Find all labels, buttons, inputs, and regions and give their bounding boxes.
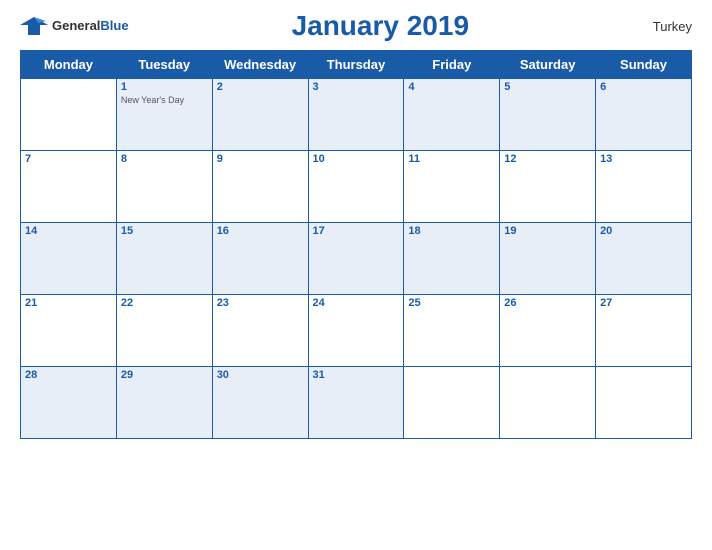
day-number: 17 [313, 225, 400, 237]
day-number: 4 [408, 81, 495, 93]
week-row-3: 14 15 16 17 18 19 20 [21, 223, 692, 295]
day-number: 8 [121, 153, 208, 165]
day-number: 29 [121, 369, 208, 381]
day-cell: 22 [116, 295, 212, 367]
day-number: 2 [217, 81, 304, 93]
month-title: January 2019 [129, 10, 632, 42]
day-number: 12 [504, 153, 591, 165]
country-label: Turkey [632, 19, 692, 34]
day-number: 7 [25, 153, 112, 165]
week-row-4: 21 22 23 24 25 26 27 [21, 295, 692, 367]
col-header-wednesday: Wednesday [212, 51, 308, 79]
logo-general-text: GeneralBlue [52, 17, 129, 35]
logo: GeneralBlue [20, 15, 129, 37]
day-number: 27 [600, 297, 687, 309]
day-cell: 15 [116, 223, 212, 295]
day-number: 13 [600, 153, 687, 165]
week-row-5: 28 29 30 31 [21, 367, 692, 439]
day-number: 24 [313, 297, 400, 309]
calendar-table: MondayTuesdayWednesdayThursdayFridaySatu… [20, 50, 692, 439]
day-number: 9 [217, 153, 304, 165]
day-cell [596, 367, 692, 439]
day-cell: 18 [404, 223, 500, 295]
day-cell: 4 [404, 79, 500, 151]
day-cell: 19 [500, 223, 596, 295]
col-header-thursday: Thursday [308, 51, 404, 79]
day-number: 26 [504, 297, 591, 309]
day-cell: 7 [21, 151, 117, 223]
day-cell: 14 [21, 223, 117, 295]
day-cell: 3 [308, 79, 404, 151]
day-cell: 5 [500, 79, 596, 151]
day-cell: 20 [596, 223, 692, 295]
day-cell: 17 [308, 223, 404, 295]
day-number: 21 [25, 297, 112, 309]
calendar-body: 1New Year's Day2345678910111213141516171… [21, 79, 692, 439]
days-header-row: MondayTuesdayWednesdayThursdayFridaySatu… [21, 51, 692, 79]
day-cell: 11 [404, 151, 500, 223]
day-cell: 28 [21, 367, 117, 439]
col-header-monday: Monday [21, 51, 117, 79]
day-cell: 2 [212, 79, 308, 151]
day-number: 25 [408, 297, 495, 309]
logo-bird-icon [20, 15, 48, 37]
week-row-2: 789 10 11 12 13 [21, 151, 692, 223]
day-number: 1 [121, 81, 208, 93]
col-header-friday: Friday [404, 51, 500, 79]
day-number: 5 [504, 81, 591, 93]
day-cell: 23 [212, 295, 308, 367]
day-cell: 6 [596, 79, 692, 151]
day-cell: 21 [21, 295, 117, 367]
day-number: 16 [217, 225, 304, 237]
col-header-saturday: Saturday [500, 51, 596, 79]
day-cell: 24 [308, 295, 404, 367]
day-cell: 13 [596, 151, 692, 223]
holiday-label: New Year's Day [121, 95, 208, 105]
day-cell: 27 [596, 295, 692, 367]
day-number: 22 [121, 297, 208, 309]
day-number: 19 [504, 225, 591, 237]
day-cell: 25 [404, 295, 500, 367]
week-row-1: 1 New Year's Day 23456 [21, 79, 692, 151]
day-number: 18 [408, 225, 495, 237]
day-cell: 31 [308, 367, 404, 439]
day-number: 11 [408, 153, 495, 165]
day-number: 10 [313, 153, 400, 165]
calendar-header: GeneralBlue January 2019 Turkey [20, 10, 692, 46]
day-cell [21, 79, 117, 151]
day-cell [404, 367, 500, 439]
day-cell: 8 [116, 151, 212, 223]
day-cell: 9 [212, 151, 308, 223]
day-cell: 12 [500, 151, 596, 223]
day-number: 28 [25, 369, 112, 381]
col-header-sunday: Sunday [596, 51, 692, 79]
day-cell: 1 New Year's Day [116, 79, 212, 151]
day-cell: 29 [116, 367, 212, 439]
day-cell: 10 [308, 151, 404, 223]
day-number: 6 [600, 81, 687, 93]
col-header-tuesday: Tuesday [116, 51, 212, 79]
day-number: 20 [600, 225, 687, 237]
day-cell: 16 [212, 223, 308, 295]
day-cell: 26 [500, 295, 596, 367]
day-cell: 30 [212, 367, 308, 439]
day-number: 15 [121, 225, 208, 237]
day-number: 14 [25, 225, 112, 237]
day-cell [500, 367, 596, 439]
day-number: 3 [313, 81, 400, 93]
day-number: 23 [217, 297, 304, 309]
day-number: 30 [217, 369, 304, 381]
day-number: 31 [313, 369, 400, 381]
